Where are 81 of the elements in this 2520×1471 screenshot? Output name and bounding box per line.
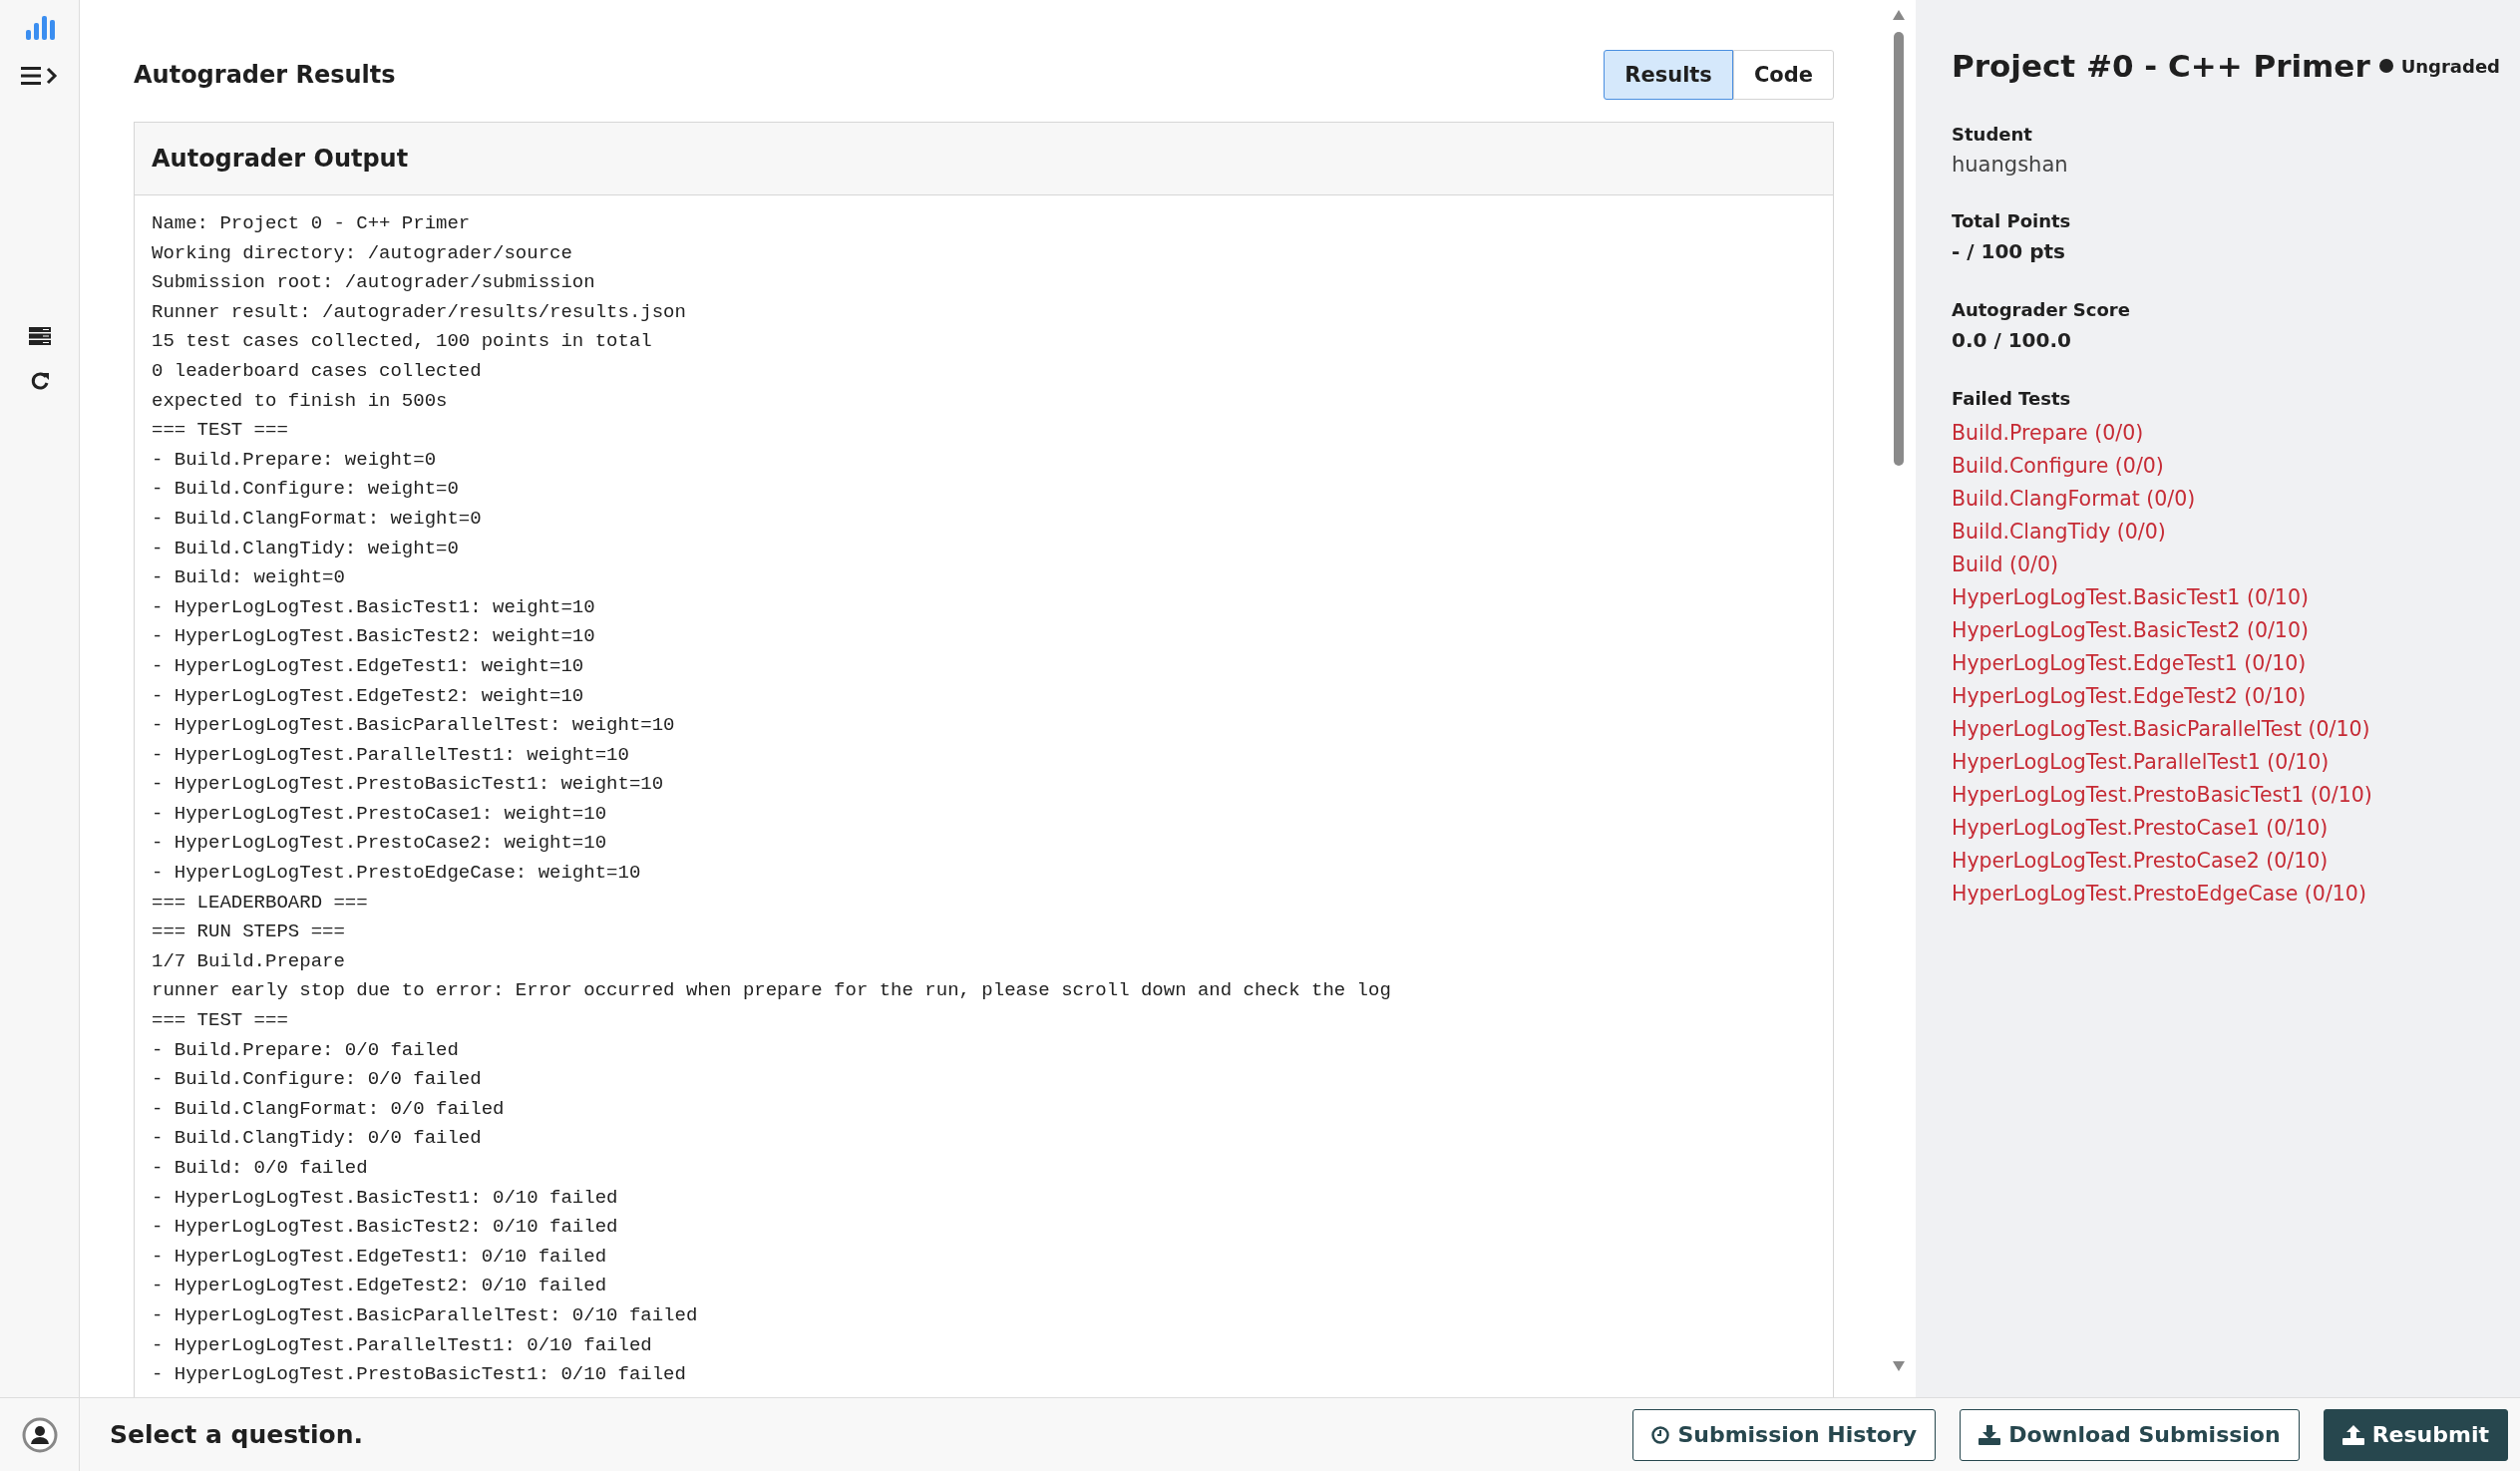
failed-test-link[interactable]: HyperLogLogTest.EdgeTest2 (0/10) xyxy=(1952,680,2500,713)
refresh-icon[interactable] xyxy=(29,371,50,391)
log-line: Name: Project 0 - C++ Primer xyxy=(152,211,472,236)
log-line: 1/7 Build.Prepare xyxy=(152,948,346,974)
log-line: - HyperLogLogTest.EdgeTest2: weight=10 xyxy=(152,683,585,709)
log-line: - HyperLogLogTest.EdgeTest1: 0/10 failed xyxy=(152,1244,608,1270)
log-line: - HyperLogLogTest.BasicTest1: weight=10 xyxy=(152,594,596,620)
log-line: - Build: 0/0 failed xyxy=(152,1156,369,1181)
log-line: - HyperLogLogTest.BasicTest1: 0/10 failed xyxy=(152,1185,619,1211)
log-line: - Build.ClangTidy: weight=0 xyxy=(152,536,460,561)
footer-button[interactable]: Submission History xyxy=(1632,1408,1937,1461)
status-dot xyxy=(2378,59,2393,73)
download-icon xyxy=(1979,1424,2001,1445)
failed-test-link[interactable]: HyperLogLogTest.PrestoCase1 (0/10) xyxy=(1952,812,2500,845)
log-line: === TEST === xyxy=(152,1008,289,1034)
log-line: expected to finish in 500s xyxy=(152,388,449,414)
upload-icon xyxy=(2341,1424,2364,1445)
user-avatar-icon[interactable] xyxy=(21,1416,58,1453)
failed-test-link[interactable]: HyperLogLogTest.BasicTest2 (0/10) xyxy=(1952,614,2500,647)
assignment-title: Project #0 - C++ Primer xyxy=(1952,48,2370,84)
log-line: runner early stop due to error: Error occurred when prepare for the run, please scroll down and check the log xyxy=(152,978,1392,1004)
log-line: Working directory: /autograder/source xyxy=(152,240,573,266)
footer-button[interactable]: Resubmit xyxy=(2323,1408,2508,1461)
log-line: - Build: weight=0 xyxy=(152,565,346,591)
failed-test-link[interactable]: Build.ClangTidy (0/0) xyxy=(1952,516,2500,549)
log-line: - HyperLogLogTest.BasicTest2: 0/10 failed xyxy=(152,1215,619,1241)
log-line: 0 leaderboard cases collected xyxy=(152,358,483,384)
status-label: Ungraded xyxy=(2400,55,2500,77)
log-line: - HyperLogLogTest.BasicParallelTest: weight=10 xyxy=(152,713,676,739)
log-line: - Build.ClangFormat: 0/0 failed xyxy=(152,1096,506,1122)
menu-icon[interactable] xyxy=(20,66,59,86)
log-line: === TEST === xyxy=(152,418,289,444)
field-label: Autograder Score xyxy=(1952,299,2131,320)
log-line: - Build.Prepare: 0/0 failed xyxy=(152,1037,460,1063)
log-line: - Build.Configure: 0/0 failed xyxy=(152,1067,483,1093)
log-line: - HyperLogLogTest.ParallelTest1: 0/10 failed xyxy=(152,1332,653,1358)
log-line: - HyperLogLogTest.PrestoBasicTest1: weight=10 xyxy=(152,772,665,798)
log-line: 15 test cases collected, 100 points in total xyxy=(152,329,653,355)
log-line: === RUN STEPS === xyxy=(152,919,346,945)
log-line: - HyperLogLogTest.EdgeTest1: weight=10 xyxy=(152,653,585,679)
field-value: - / 100 pts xyxy=(1952,239,2067,263)
log-line: - HyperLogLogTest.BasicParallelTest: 0/10 failed xyxy=(152,1302,699,1328)
card-title: Autograder Output xyxy=(152,145,410,173)
view-tab[interactable]: Results xyxy=(1604,50,1733,100)
field-label: Failed Tests xyxy=(1952,388,2072,409)
log-line: - HyperLogLogTest.PrestoCase2: weight=10 xyxy=(152,831,608,857)
failed-test-link[interactable]: Build.ClangFormat (0/0) xyxy=(1952,483,2500,516)
clock-icon xyxy=(1651,1425,1670,1444)
failed-test-link[interactable]: HyperLogLogTest.EdgeTest1 (0/10) xyxy=(1952,647,2500,680)
page-title: Autograder Results xyxy=(134,61,396,89)
log-line: - Build.Configure: weight=0 xyxy=(152,477,460,503)
failed-test-link[interactable]: HyperLogLogTest.PrestoBasicTest1 (0/10) xyxy=(1952,779,2500,812)
failed-test-link[interactable]: HyperLogLogTest.PrestoEdgeCase (0/10) xyxy=(1952,878,2500,911)
log-line: - HyperLogLogTest.PrestoBasicTest1: 0/10 failed xyxy=(152,1362,687,1388)
log-line: - HyperLogLogTest.BasicTest2: weight=10 xyxy=(152,624,596,650)
log-line: === LEADERBOARD === xyxy=(152,890,369,916)
log-line: Submission root: /autograder/submission xyxy=(152,270,596,296)
field-value: huangshan xyxy=(1952,153,2069,177)
failed-test-link[interactable]: Build.Configure (0/0) xyxy=(1952,450,2500,483)
log-line: - HyperLogLogTest.EdgeTest2: 0/10 failed xyxy=(152,1274,608,1299)
footer-message: Select a question. xyxy=(110,1420,365,1449)
failed-test-link[interactable]: HyperLogLogTest.BasicTest1 (0/10) xyxy=(1952,581,2500,614)
log-line: - Build.Prepare: weight=0 xyxy=(152,447,438,473)
bar-chart-icon[interactable] xyxy=(24,14,55,40)
view-tab[interactable]: Code xyxy=(1732,50,1834,100)
failed-test-link[interactable]: Build.Prepare (0/0) xyxy=(1952,417,2500,450)
failed-test-link[interactable]: HyperLogLogTest.PrestoCase2 (0/10) xyxy=(1952,845,2500,878)
log-line: - HyperLogLogTest.ParallelTest1: weight=10 xyxy=(152,742,630,768)
failed-test-link[interactable]: Build (0/0) xyxy=(1952,549,2500,581)
failed-test-link[interactable]: HyperLogLogTest.BasicParallelTest (0/10) xyxy=(1952,713,2500,746)
field-label: Student xyxy=(1952,124,2033,145)
footer-button[interactable]: Download Submission xyxy=(1960,1408,2300,1461)
field-label: Total Points xyxy=(1952,210,2072,231)
field-value: 0.0 / 100.0 xyxy=(1952,328,2072,352)
log-line: - HyperLogLogTest.PrestoEdgeCase: weight=10 xyxy=(152,861,642,887)
log-line: - Build.ClangTidy: 0/0 failed xyxy=(152,1126,483,1152)
list-icon[interactable] xyxy=(28,327,51,345)
log-line: Runner result: /autograder/results/results.json xyxy=(152,299,687,325)
log-line: - Build.ClangFormat: weight=0 xyxy=(152,506,483,532)
log-line: - HyperLogLogTest.PrestoCase1: weight=10 xyxy=(152,801,608,827)
failed-test-link[interactable]: HyperLogLogTest.ParallelTest1 (0/10) xyxy=(1952,746,2500,779)
